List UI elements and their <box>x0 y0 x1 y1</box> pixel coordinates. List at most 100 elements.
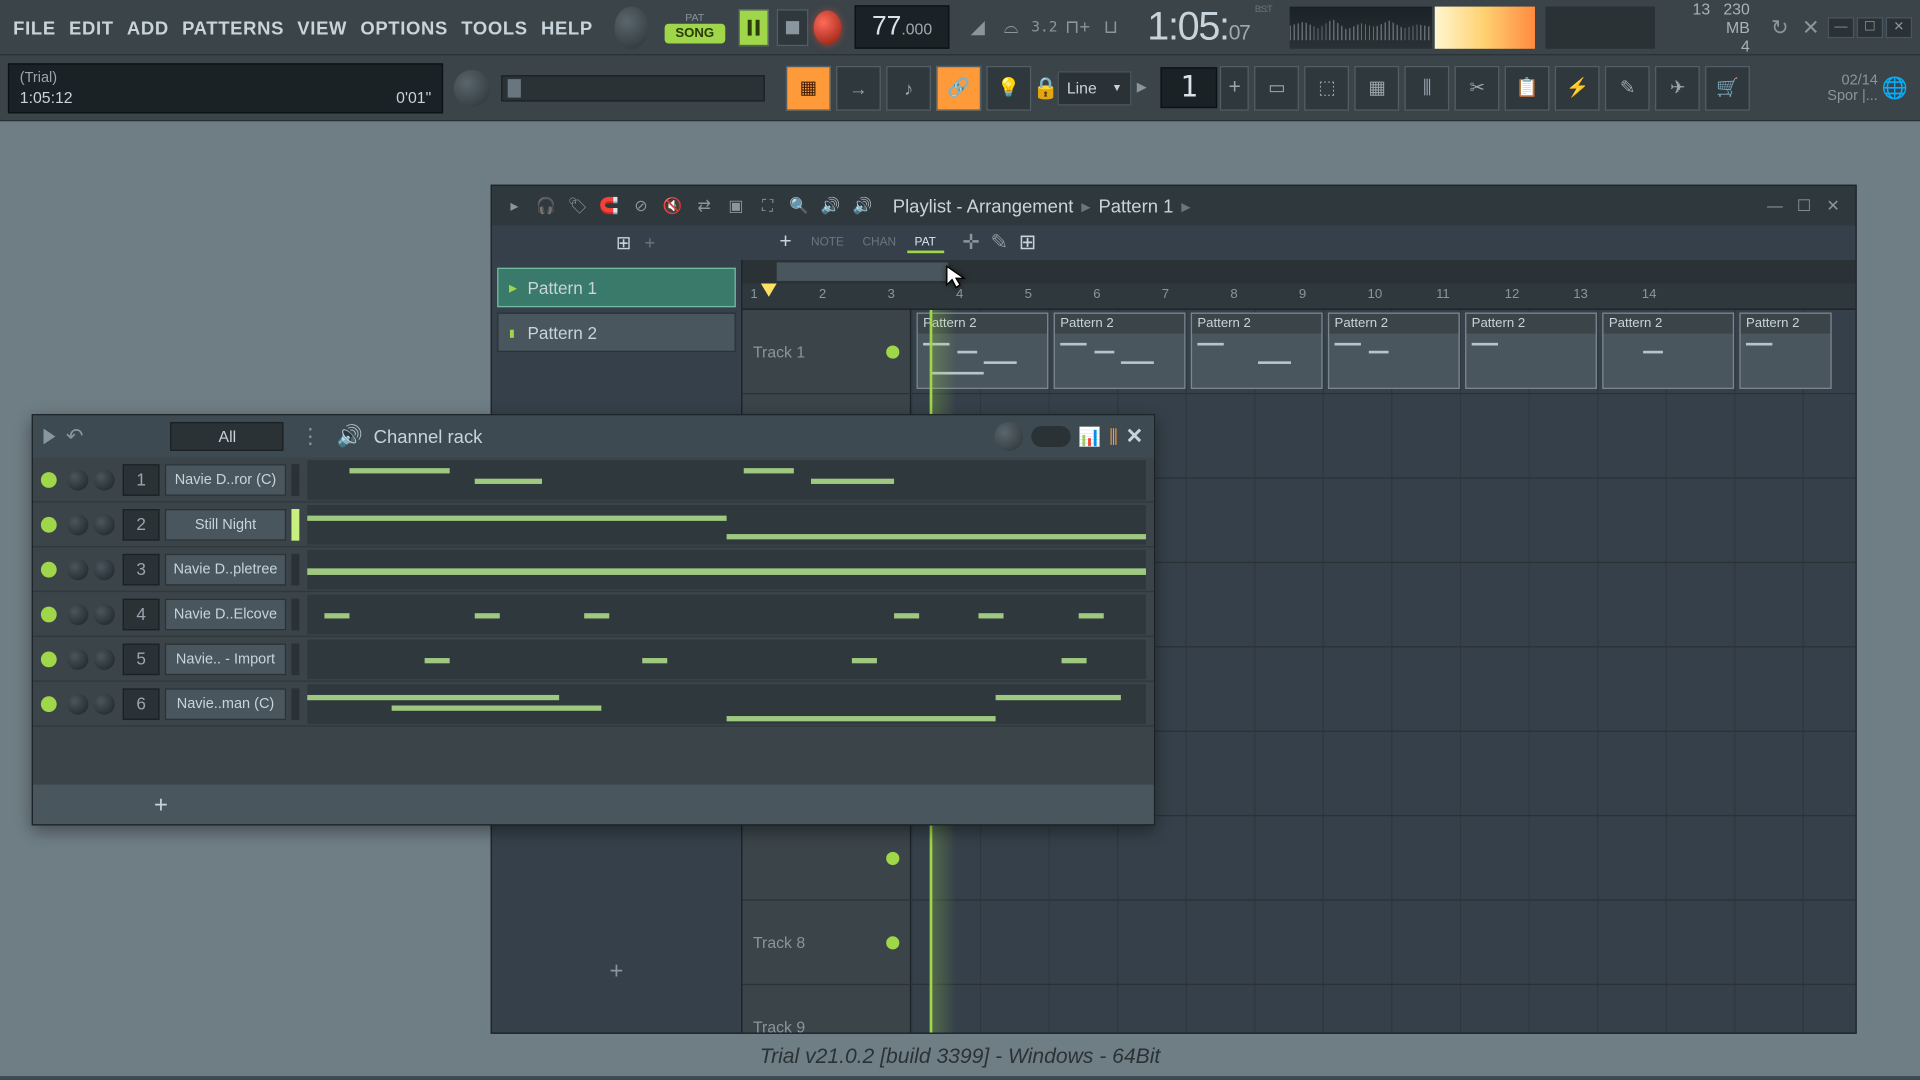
channel-mute-led[interactable] <box>41 516 57 532</box>
channel-number[interactable]: 6 <box>123 688 160 720</box>
channel-name-button[interactable]: Navie D..ror (C) <box>165 464 286 496</box>
channel-mute-led[interactable] <box>41 696 57 712</box>
menu-help[interactable]: HELP <box>536 11 598 43</box>
playlist-mute-icon[interactable]: 🔇 <box>661 194 685 218</box>
channel-vol-knob[interactable] <box>94 603 115 624</box>
clip[interactable]: Pattern 2 <box>1465 313 1597 389</box>
mode-tab-note[interactable]: NOTE <box>803 232 852 253</box>
channel-pan-knob[interactable] <box>67 648 88 669</box>
master-pitch-slider[interactable] <box>501 75 765 101</box>
track-active-dot-icon[interactable] <box>886 936 899 949</box>
swing-knob[interactable] <box>994 422 1023 451</box>
channel-rack-undo-icon[interactable]: ↶ <box>66 423 84 449</box>
toolbar-btn-6[interactable]: 📋 <box>1505 65 1550 110</box>
pat-song-switch[interactable]: PAT SONG <box>665 11 725 43</box>
playlist-ruler[interactable]: 1 2 3 4 5 6 7 8 9 10 11 12 13 14 <box>742 284 1855 310</box>
channel-rack-titlebar[interactable]: ↶ All ⋮ 🔊 Channel rack 📊 ⫼ ✕ <box>33 415 1154 457</box>
tempo-display[interactable]: 77.000 <box>855 5 949 49</box>
track-header[interactable]: Track 8 <box>742 901 911 984</box>
channel-number[interactable]: 4 <box>123 598 160 630</box>
playlist-speaker-icon[interactable]: 🔊 <box>819 194 843 218</box>
clip[interactable]: Pattern 2 <box>1191 313 1323 389</box>
track-lane[interactable] <box>911 985 1855 1032</box>
toolbar-btn-4[interactable]: ⫼ <box>1405 65 1450 110</box>
mode-tab-pat[interactable]: PAT <box>907 232 944 253</box>
main-volume-knob[interactable] <box>614 6 649 48</box>
channel-pan-knob[interactable] <box>67 558 88 579</box>
channel-pan-knob[interactable] <box>67 514 88 535</box>
channel-mute-led[interactable] <box>41 471 57 487</box>
channel-name-button[interactable]: Still Night <box>165 508 286 540</box>
toolbar-btn-8[interactable]: ✎ <box>1605 65 1650 110</box>
toolbar-btn-5[interactable]: ✂ <box>1455 65 1500 110</box>
tool-crosshair-icon[interactable]: ✛ <box>962 229 980 255</box>
view-browser-button[interactable]: 💡 <box>986 65 1031 110</box>
playlist-plus-icon[interactable]: + <box>645 232 656 253</box>
channel-steps[interactable] <box>307 549 1146 589</box>
channel-vol-knob[interactable] <box>94 514 115 535</box>
toolbar-btn-10[interactable]: 🛒 <box>1705 65 1750 110</box>
playlist-grid-icon[interactable]: ⊞ <box>616 231 631 253</box>
track-header[interactable] <box>742 816 911 899</box>
playlist-overview-scrollbar[interactable] <box>742 260 1855 284</box>
track-header[interactable]: Track 9 <box>742 985 911 1032</box>
overdub-icon[interactable]: 3.2 <box>1029 9 1060 46</box>
clip[interactable]: Pattern 2 <box>1054 313 1186 389</box>
channel-add-button[interactable]: + <box>33 785 289 825</box>
graph-view-icon[interactable]: 📊 <box>1078 425 1101 447</box>
playlist-tag-icon[interactable]: 🏷 <box>566 194 590 218</box>
channel-mute-led[interactable] <box>41 606 57 622</box>
channel-rack-menu-icon[interactable]: ⋮ <box>300 423 321 449</box>
menu-file[interactable]: FILE <box>8 11 61 43</box>
maximize-button[interactable]: ☐ <box>1857 16 1883 37</box>
close-button[interactable]: ✕ <box>1886 16 1912 37</box>
song-position-display[interactable]: 1:05:07B:S:T <box>1147 5 1271 50</box>
track-active-dot-icon[interactable] <box>886 345 899 358</box>
playlist-minimize-button[interactable]: — <box>1763 195 1787 216</box>
channel-rack-close-button[interactable]: ✕ <box>1126 423 1144 449</box>
channel-steps[interactable] <box>307 594 1146 634</box>
view-mixer-button[interactable]: 🔗 <box>936 65 981 110</box>
clip[interactable]: Pattern 2 <box>1739 313 1831 389</box>
channel-number[interactable]: 3 <box>123 553 160 585</box>
pattern-item[interactable]: ▮Pattern 2 <box>497 313 736 353</box>
channel-name-button[interactable]: Navie.. - Import <box>165 643 286 675</box>
menu-edit[interactable]: EDIT <box>64 11 119 43</box>
track-add-button[interactable]: + <box>779 231 792 255</box>
channel-mute-led[interactable] <box>41 651 57 667</box>
track-lane[interactable] <box>911 816 1855 899</box>
metronome-icon[interactable]: ◢ <box>962 9 993 46</box>
step-edit-icon[interactable]: ⊔ <box>1096 9 1127 46</box>
mode-tab-chan[interactable]: CHAN <box>855 232 904 253</box>
pattern-add-button[interactable]: + <box>1220 65 1249 110</box>
channel-name-button[interactable]: Navie D..pletree <box>165 553 286 585</box>
playlist-zoom-icon[interactable]: 🔍 <box>787 194 811 218</box>
channel-vol-knob[interactable] <box>94 648 115 669</box>
tool-pattern-icon[interactable]: ⊞ <box>1019 229 1037 255</box>
toolbar-btn-2[interactable]: ⬚ <box>1305 65 1350 110</box>
pattern-number-display[interactable]: 1 <box>1160 67 1217 108</box>
channel-rack-toggle[interactable] <box>1031 426 1071 447</box>
channel-vol-knob[interactable] <box>94 558 115 579</box>
track-lane[interactable]: Pattern 2 Pattern 2 Pattern 2 Pattern 2 … <box>911 310 1855 393</box>
menu-tools[interactable]: TOOLS <box>456 11 533 43</box>
playlist-maximize-button[interactable]: ☐ <box>1792 195 1816 216</box>
channel-vol-knob[interactable] <box>94 469 115 490</box>
channel-pan-knob[interactable] <box>67 603 88 624</box>
playlist-none-icon[interactable]: ⊘ <box>629 194 653 218</box>
playlist-select-icon[interactable]: ▣ <box>724 194 748 218</box>
playlist-magnet-icon[interactable]: 🧲 <box>597 194 621 218</box>
channel-rack-play-icon[interactable] <box>44 429 56 445</box>
loop-rec-icon[interactable]: ⊓+ <box>1062 9 1093 46</box>
snap-selector[interactable]: Line▼ <box>1058 71 1132 105</box>
track-active-dot-icon[interactable] <box>886 851 899 864</box>
step-view-icon[interactable]: ⫼ <box>1109 425 1118 447</box>
channel-steps[interactable] <box>307 504 1146 544</box>
channel-steps[interactable] <box>307 684 1146 724</box>
countdown-icon[interactable]: ⌓ <box>996 9 1027 46</box>
view-playlist-button[interactable]: ▦ <box>786 65 831 110</box>
toolbar-btn-3[interactable]: ▦ <box>1355 65 1400 110</box>
menu-add[interactable]: ADD <box>122 11 175 43</box>
playlist-play-icon[interactable]: ▸ <box>502 194 526 218</box>
tool-draw-icon[interactable]: ✎ <box>990 229 1008 255</box>
